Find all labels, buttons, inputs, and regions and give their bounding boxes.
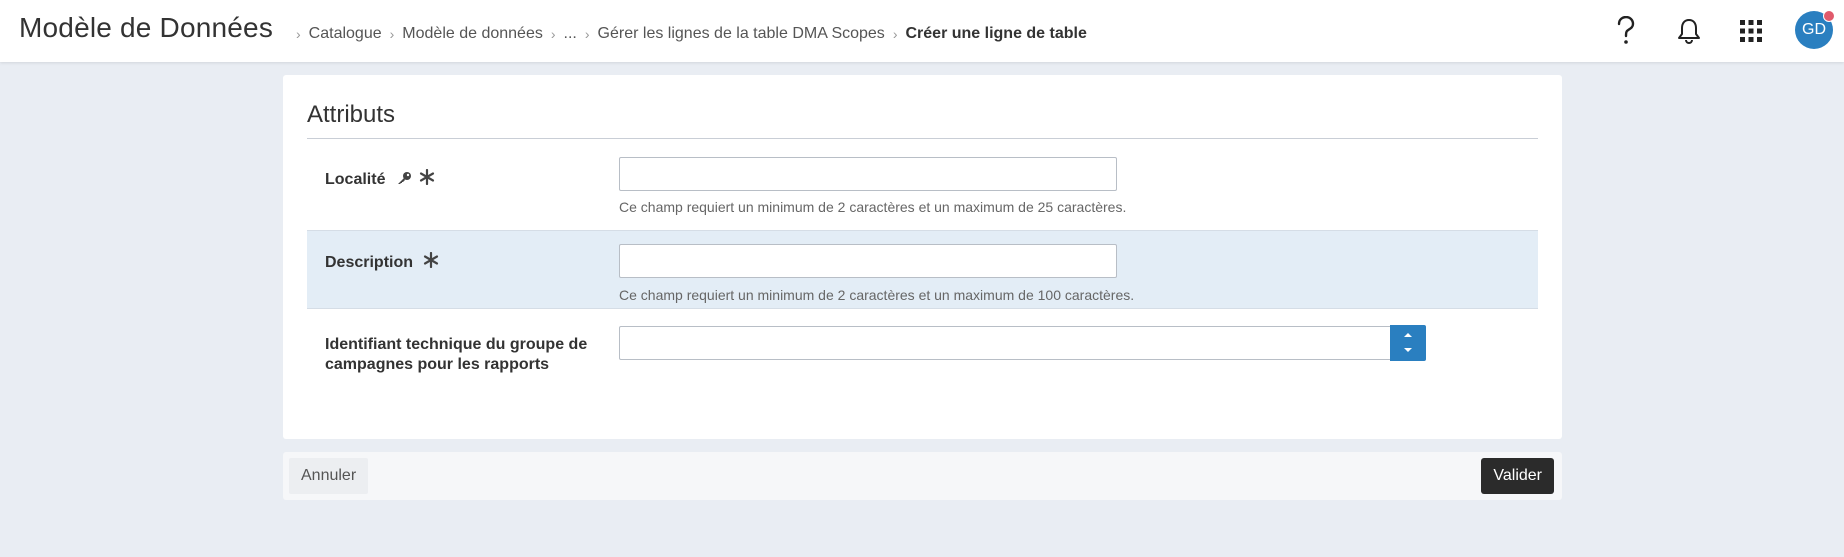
apps-grid-icon[interactable]	[1734, 14, 1768, 48]
bell-icon[interactable]	[1672, 14, 1706, 48]
quantity-stepper[interactable]	[1390, 325, 1426, 361]
breadcrumb-gerer-lignes[interactable]: Gérer les lignes de la table DMA Scopes	[598, 25, 885, 43]
field-row-localite: Localité Ce champ requiert un minimum de…	[307, 139, 1538, 230]
chevron-right-icon: ›	[550, 26, 556, 42]
chevron-right-icon: ›	[389, 26, 395, 42]
breadcrumb-modele-donnees[interactable]: Modèle de données	[402, 25, 543, 43]
chevron-right-icon: ›	[892, 26, 898, 42]
breadcrumb-catalogue[interactable]: Catalogue	[309, 25, 382, 43]
field-label-localite: Localité	[325, 168, 435, 191]
attributes-card: Attributs Localité Ce champ requiert un …	[283, 75, 1562, 439]
submit-button[interactable]: Valider	[1481, 458, 1554, 494]
description-input[interactable]	[619, 244, 1117, 278]
field-label-text: Localité	[325, 171, 386, 189]
breadcrumb-ellipsis[interactable]: ...	[564, 25, 577, 43]
identifiant-number-input[interactable]	[619, 326, 1392, 360]
field-label-text: Description	[325, 254, 414, 272]
required-asterisk-icon	[420, 168, 435, 186]
field-row-identifiant: Identifiant technique du groupe de campa…	[307, 308, 1538, 388]
breadcrumb-current: Créer une ligne de table	[905, 25, 1087, 42]
form-footer: Annuler Valider	[283, 452, 1562, 500]
localite-help-text: Ce champ requiert un minimum de 2 caract…	[619, 199, 1127, 215]
app-title: Modèle de Données	[19, 12, 274, 43]
field-row-description: Description Ce champ requiert un minimum…	[307, 230, 1538, 309]
field-label-identifiant: Identifiant technique du groupe de campa…	[325, 335, 587, 375]
stepper-up-icon	[1404, 333, 1412, 337]
cancel-button[interactable]: Annuler	[289, 458, 369, 494]
description-help-text: Ce champ requiert un minimum de 2 caract…	[619, 287, 1135, 303]
section-title: Attributs	[307, 101, 396, 128]
stepper-down-icon	[1404, 348, 1412, 352]
required-asterisk-icon	[424, 251, 439, 269]
help-icon[interactable]	[1609, 14, 1643, 48]
breadcrumb: › Catalogue › Modèle de données › ... › …	[288, 25, 1087, 43]
top-bar: Modèle de Données › Catalogue › Modèle d…	[0, 0, 1844, 62]
localite-input[interactable]	[619, 157, 1117, 191]
key-icon	[397, 172, 411, 184]
field-label-line-2: campagnes pour les rapports	[325, 356, 550, 373]
chevron-right-icon: ›	[296, 26, 301, 42]
field-label-line-1: Identifiant technique du groupe de	[325, 336, 588, 353]
chevron-right-icon: ›	[584, 26, 590, 42]
field-label-description: Description	[325, 251, 439, 274]
notification-dot	[1823, 10, 1835, 22]
